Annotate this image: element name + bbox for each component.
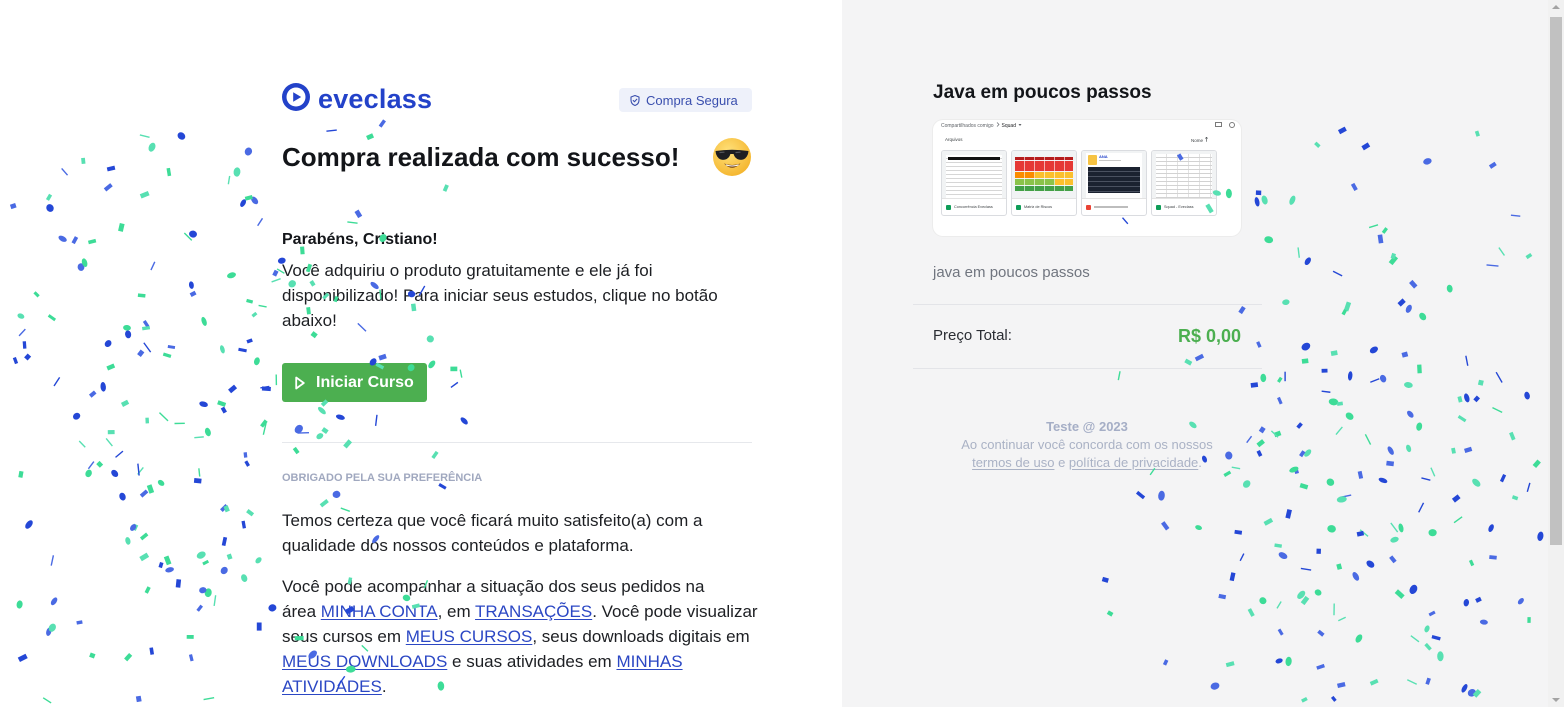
start-course-label: Iniciar Curso [316, 373, 414, 391]
footer-consent-text: Ao continuar você concorda com os nossos [961, 437, 1213, 452]
orders-paragraph: Você pode acompanhar a situação dos seus… [282, 574, 758, 699]
thumbnail-section-label: Arquivos [945, 137, 963, 142]
orders-line: seus cursos em MEUS CURSOS, seus downloa… [282, 624, 758, 649]
file-preview: ANA [1082, 151, 1146, 199]
avatar [1088, 155, 1097, 165]
privacy-policy-link[interactable]: política de privacidade [1069, 455, 1198, 470]
breadcrumb-folder: Squad [1001, 122, 1016, 129]
terms-of-use-link[interactable]: termos de uso [972, 455, 1054, 470]
grid-view-icon [1215, 122, 1222, 127]
spreadsheet-page [1156, 154, 1212, 198]
scrollbar-thumb[interactable] [1550, 17, 1562, 545]
greeting: Parabéns, Cristiano! [282, 231, 438, 248]
thumbnail-breadcrumb: Compartilhados comigo Squad [941, 122, 1022, 129]
file-label [1082, 199, 1146, 215]
preview-label: ANA [1099, 154, 1108, 159]
play-outline-icon [295, 376, 305, 390]
footer-links-line: termos de uso e política de privacidade. [933, 454, 1241, 472]
total-label: Preço Total: [933, 327, 1012, 344]
left-panel: eveclass Compra Segura Compra realizada … [0, 0, 842, 707]
caret-down-icon [1018, 123, 1022, 129]
thanks-paragraph: Temos certeza que você ficará muito sati… [282, 508, 702, 558]
thanks-line: qualidade dos nossos conteúdos e platafo… [282, 536, 634, 555]
thumbnail-sort: Nome [1191, 136, 1208, 143]
orders-text: área [282, 602, 321, 621]
orders-text: . Você pode visualizar [592, 602, 758, 621]
preview-line [1099, 160, 1121, 161]
thanks-line: Temos certeza que você ficará muito sati… [282, 511, 703, 530]
google-sheets-icon [1156, 204, 1161, 210]
pdf-file-icon [1086, 204, 1091, 210]
product-description: java em poucos passos [933, 264, 1090, 281]
document-page [946, 155, 1002, 198]
orders-text: . [381, 677, 387, 696]
breadcrumb-root: Compartilhados comigo [941, 122, 994, 129]
thanks-heading: OBRIGADO PELA SUA PREFERÊNCIA [282, 472, 483, 484]
file-preview [942, 151, 1006, 199]
footer: Teste @ 2023 Ao continuar você concorda … [933, 418, 1241, 472]
arrow-up-icon [1205, 136, 1208, 143]
brand-logo[interactable]: eveclass [282, 82, 433, 116]
total-value: R$ 0,00 [1177, 326, 1241, 346]
smiling-face-with-sunglasses-icon [712, 137, 752, 177]
orders-text: Você pode acompanhar a situação dos seus… [282, 577, 705, 596]
file-label: Squad - Eveclass [1152, 199, 1216, 215]
orders-text: , seus downloads digitais em [532, 627, 750, 646]
orders-line: MEUS DOWNLOADS e suas atividades em MINH… [282, 649, 730, 699]
product-title: Java em poucos passos [933, 82, 1152, 103]
chevron-right-icon [996, 122, 1000, 129]
file-preview [1152, 151, 1216, 199]
file-name: Concorrência Eveclass [954, 205, 993, 209]
course-thumbnail: Compartilhados comigo Squad Arquivos Nom… [933, 120, 1241, 236]
intro-line: abaixo! [282, 311, 337, 330]
orders-line: Você pode acompanhar a situação dos seus… [282, 574, 758, 599]
play-circle-logo-icon [282, 82, 310, 116]
file-label: Concorrência Eveclass [942, 199, 1006, 215]
scroll-down-arrow-icon[interactable] [1552, 698, 1560, 702]
info-icon [1229, 122, 1235, 128]
start-course-button[interactable]: Iniciar Curso [282, 363, 427, 402]
footer-text: e [1054, 455, 1069, 470]
transacoes-link[interactable]: TRANSAÇÕES [475, 602, 592, 621]
file-card: Concorrência Eveclass [941, 150, 1007, 216]
dark-content-block [1088, 167, 1140, 193]
file-name: Matriz de Riscos [1024, 205, 1053, 209]
orders-text: , em [437, 602, 476, 621]
vertical-scrollbar[interactable] [1548, 0, 1564, 707]
section-divider [282, 442, 752, 443]
summary-divider [913, 368, 1262, 369]
secure-purchase-badge: Compra Segura [619, 88, 752, 112]
secure-badge-label: Compra Segura [646, 92, 738, 108]
page-title: Compra realizada com sucesso! [282, 142, 680, 172]
orders-line: área MINHA CONTA, em TRANSAÇÕES. Você po… [282, 599, 758, 624]
order-summary-panel [842, 0, 1548, 707]
file-preview [1012, 151, 1076, 199]
summary-divider [913, 304, 1262, 305]
shield-check-icon [629, 94, 641, 107]
minha-conta-link[interactable]: MINHA CONTA [321, 602, 438, 621]
intro-line: Você adquiriu o produto gratuitamente e … [282, 261, 653, 280]
file-label: Matriz de Riscos [1012, 199, 1076, 215]
file-name-placeholder [1094, 206, 1128, 208]
intro-paragraph: Você adquiriu o produto gratuitamente e … [282, 258, 718, 333]
intro-line: disponibilizado! Para iniciar seus estud… [282, 286, 718, 305]
file-card: Matriz de Riscos [1011, 150, 1077, 216]
orders-text: seus cursos em [282, 627, 406, 646]
google-sheets-icon [946, 204, 951, 210]
brand-name: eveclass [318, 84, 433, 114]
file-name: Squad - Eveclass [1164, 205, 1194, 209]
footer-copyright: Teste @ 2023 [1046, 419, 1128, 434]
scroll-up-arrow-icon[interactable] [1552, 5, 1560, 9]
file-card: Squad - Eveclass [1151, 150, 1217, 216]
google-sheets-icon [1016, 204, 1021, 210]
matrix-grid [1015, 157, 1073, 191]
orders-text: e suas atividades em [447, 652, 617, 671]
page: eveclass Compra Segura Compra realizada … [0, 0, 1564, 707]
meus-downloads-link[interactable]: MEUS DOWNLOADS [282, 652, 447, 671]
table-header-bar [948, 157, 1000, 160]
footer-text: . [1198, 455, 1202, 470]
sort-label: Nome [1191, 137, 1204, 143]
file-card: ANA [1081, 150, 1147, 216]
meus-cursos-link[interactable]: MEUS CURSOS [406, 627, 533, 646]
